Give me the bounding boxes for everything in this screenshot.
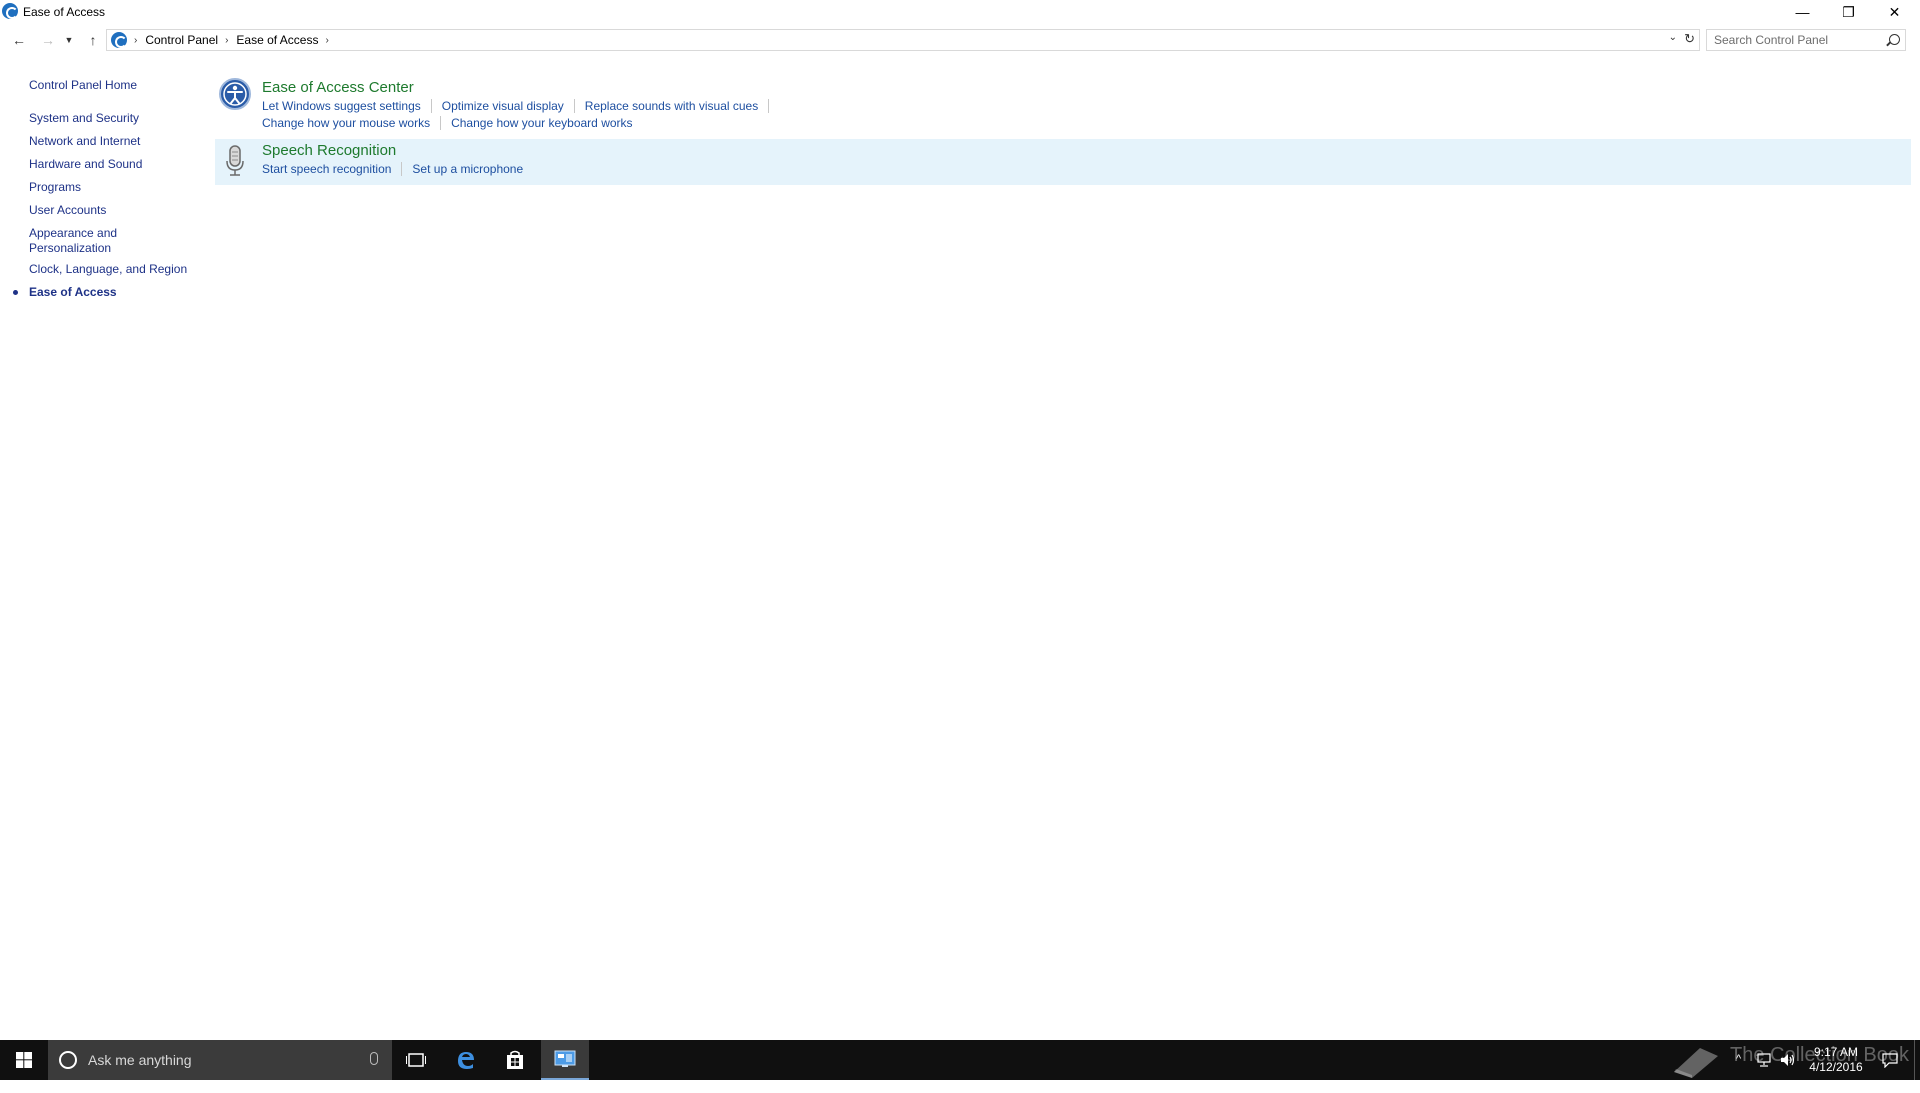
action-center-icon[interactable] <box>1882 1052 1898 1068</box>
recent-locations-button[interactable]: ▼ <box>62 28 76 52</box>
chevron-right-icon[interactable]: › <box>325 35 328 46</box>
link-change-mouse[interactable]: Change how your mouse works <box>262 116 442 130</box>
chevron-down-icon[interactable]: ⌄ <box>1669 32 1677 43</box>
link-change-keyboard[interactable]: Change how your keyboard works <box>451 116 642 130</box>
taskbar-app-edge[interactable] <box>442 1040 490 1080</box>
taskbar-app-control-panel[interactable] <box>541 1040 589 1080</box>
forward-button[interactable]: → <box>37 28 59 52</box>
category-title[interactable]: Ease of Access Center <box>262 79 414 96</box>
cortana-icon <box>59 1051 77 1069</box>
breadcrumb-control-panel[interactable]: Control Panel <box>145 33 218 47</box>
edge-icon <box>458 1052 474 1069</box>
book-watermark-icon <box>1674 1048 1718 1078</box>
link-start-speech-recognition[interactable]: Start speech recognition <box>262 162 403 176</box>
sidebar-item-user-accounts[interactable]: User Accounts <box>29 203 106 218</box>
refresh-icon[interactable]: ↻ <box>1684 31 1695 47</box>
restore-button[interactable]: ❐ <box>1826 0 1871 24</box>
microphone-icon[interactable] <box>370 1052 378 1065</box>
breadcrumb-ease-of-access[interactable]: Ease of Access <box>236 33 318 47</box>
sidebar-item-ease-of-access[interactable]: Ease of Access <box>29 285 117 300</box>
network-icon[interactable] <box>1756 1053 1772 1067</box>
taskbar-app-store[interactable] <box>491 1040 539 1080</box>
sidebar-item-programs[interactable]: Programs <box>29 180 81 195</box>
volume-icon[interactable] <box>1780 1053 1796 1067</box>
control-panel-window: Ease of Access — ❐ ✕ ← → ▼ ↑ › Control P… <box>0 0 1920 1040</box>
cortana-search-box[interactable]: Ask me anything <box>48 1040 392 1080</box>
system-clock[interactable]: 9:17 AM 4/12/2016 <box>1796 1045 1876 1075</box>
sidebar-item-hardware-and-sound[interactable]: Hardware and Sound <box>29 157 142 172</box>
category-title[interactable]: Speech Recognition <box>262 142 396 159</box>
sidebar-item-clock-language-region[interactable]: Clock, Language, and Region <box>29 262 187 277</box>
sidebar-item-system-and-security[interactable]: System and Security <box>29 111 139 126</box>
taskbar: Ask me anything The Collection Book ^ 9:… <box>0 1040 1920 1080</box>
link-optimize-visual-display[interactable]: Optimize visual display <box>442 99 575 113</box>
control-panel-icon <box>111 32 127 48</box>
chevron-right-icon[interactable]: › <box>225 35 228 46</box>
search-input[interactable]: Search Control Panel <box>1706 29 1906 51</box>
start-button[interactable] <box>0 1040 48 1080</box>
category-links-row: Change how your mouse works Change how y… <box>262 116 653 130</box>
store-icon <box>507 1050 523 1069</box>
title-bar[interactable]: Ease of Access — ❐ ✕ <box>0 0 1920 24</box>
sidebar-item-appearance-and-personalization-line2[interactable]: Personalization <box>29 241 111 256</box>
chevron-right-icon[interactable]: › <box>134 35 137 46</box>
link-replace-sounds-with-visual-cues[interactable]: Replace sounds with visual cues <box>585 99 770 113</box>
clock-date: 4/12/2016 <box>1809 1060 1863 1074</box>
show-desktop-button[interactable] <box>1914 1040 1920 1080</box>
clock-time: 9:17 AM <box>1813 1045 1859 1059</box>
ease-of-access-center-icon[interactable] <box>218 77 252 111</box>
sidebar-item-control-panel-home[interactable]: Control Panel Home <box>29 78 137 93</box>
up-button[interactable]: ↑ <box>82 28 104 52</box>
category-speech-recognition[interactable]: Speech Recognition Start speech recognit… <box>215 139 1911 185</box>
search-icon[interactable] <box>1889 34 1900 45</box>
window-title: Ease of Access <box>23 5 106 19</box>
back-button[interactable]: ← <box>8 28 30 52</box>
close-button[interactable]: ✕ <box>1872 0 1917 24</box>
control-panel-icon <box>2 3 18 19</box>
navigation-bar: ← → ▼ ↑ › Control Panel › Ease of Access… <box>0 28 1920 52</box>
microphone-icon[interactable] <box>218 144 252 178</box>
category-links-row: Start speech recognition Set up a microp… <box>262 162 543 176</box>
task-view-button[interactable] <box>392 1040 440 1080</box>
category-ease-of-access-center: Ease of Access Center Let Windows sugges… <box>215 74 1911 136</box>
show-hidden-icons-chevron-icon[interactable]: ^ <box>1736 1053 1741 1093</box>
address-bar[interactable]: › Control Panel › Ease of Access › ⌄ ↻ <box>106 29 1700 51</box>
current-item-bullet-icon <box>13 290 18 295</box>
windows-logo-icon <box>16 1052 32 1068</box>
task-view-icon <box>406 1053 426 1067</box>
sidebar-item-network-and-internet[interactable]: Network and Internet <box>29 134 140 149</box>
category-links-row: Let Windows suggest settings Optimize vi… <box>262 99 779 113</box>
sidebar-item-appearance-and-personalization[interactable]: Appearance and <box>29 226 117 241</box>
cortana-placeholder: Ask me anything <box>88 1052 192 1068</box>
link-set-up-microphone[interactable]: Set up a microphone <box>412 162 533 176</box>
control-panel-icon <box>554 1050 576 1067</box>
search-placeholder: Search Control Panel <box>1714 33 1829 47</box>
link-let-windows-suggest-settings[interactable]: Let Windows suggest settings <box>262 99 432 113</box>
minimize-button[interactable]: — <box>1780 0 1825 24</box>
